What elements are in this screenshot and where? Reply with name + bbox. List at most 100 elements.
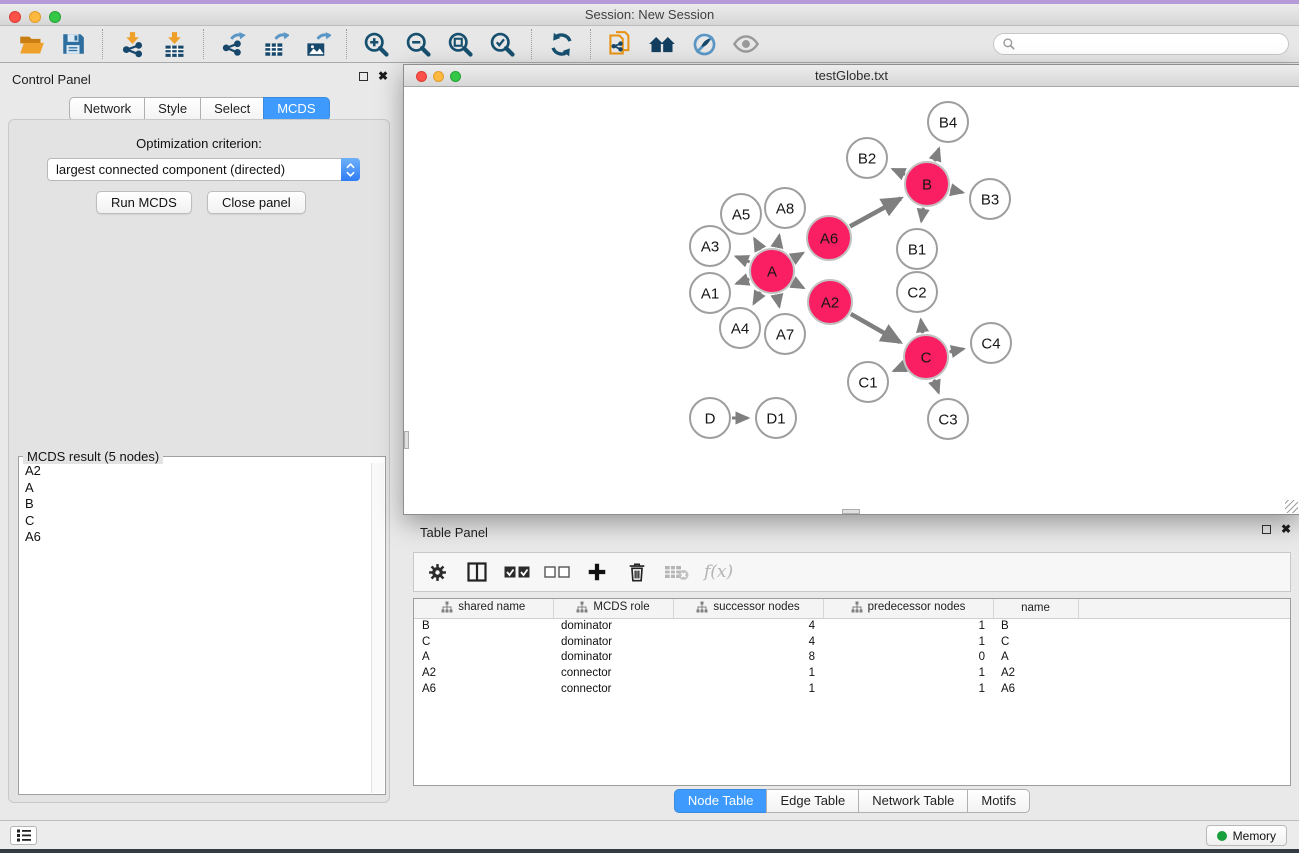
tab-motifs[interactable]: Motifs: [967, 789, 1030, 813]
table-row[interactable]: A6connector11A6: [414, 681, 1290, 697]
table-cell[interactable]: 1: [823, 634, 993, 650]
graph-node-D[interactable]: D: [690, 398, 730, 438]
float-panel-icon[interactable]: [359, 72, 368, 81]
graph-edge-A-A3[interactable]: [736, 257, 750, 263]
mcds-result-item[interactable]: B: [20, 496, 371, 513]
graph-node-C1[interactable]: C1: [848, 362, 888, 402]
table-cell[interactable]: dominator: [553, 634, 673, 650]
network-window-titlebar[interactable]: testGlobe.txt: [404, 65, 1299, 87]
table-cell[interactable]: dominator: [553, 618, 673, 634]
graph-node-A4[interactable]: A4: [720, 308, 760, 348]
close-panel-button[interactable]: Close panel: [207, 191, 306, 214]
zoom-selected-icon[interactable]: [481, 28, 523, 60]
graph-node-B2[interactable]: B2: [847, 138, 887, 178]
table-cell[interactable]: dominator: [553, 650, 673, 666]
table-cell[interactable]: connector: [553, 681, 673, 697]
table-cell[interactable]: A6: [993, 681, 1078, 697]
open-file-icon[interactable]: [10, 28, 52, 60]
table-cell[interactable]: 1: [823, 665, 993, 681]
table-cell[interactable]: connector: [553, 665, 673, 681]
tab-select[interactable]: Select: [200, 97, 264, 121]
graph-edge-A-A7[interactable]: [777, 295, 779, 307]
eye-icon[interactable]: [725, 28, 767, 60]
graph-node-A7[interactable]: A7: [765, 314, 805, 354]
new-network-from-selection-icon[interactable]: [599, 28, 641, 60]
select-all-checkbox-icon[interactable]: [504, 559, 530, 585]
graph-node-B4[interactable]: B4: [928, 102, 968, 142]
search-input[interactable]: [1016, 37, 1280, 51]
graph-node-B[interactable]: B: [905, 162, 949, 206]
column-header-MCDS-role[interactable]: MCDS role: [553, 599, 673, 618]
column-header-predecessor-nodes[interactable]: predecessor nodes: [823, 599, 993, 618]
graph-edge-A-A8[interactable]: [777, 235, 779, 247]
graph-edge-B-B2[interactable]: [893, 169, 905, 174]
table-cell[interactable]: 1: [673, 681, 823, 697]
graph-node-C4[interactable]: C4: [971, 323, 1011, 363]
zoom-in-icon[interactable]: [355, 28, 397, 60]
graph-node-A[interactable]: A: [750, 249, 794, 293]
mcds-result-item[interactable]: A2: [20, 463, 371, 480]
export-network-icon[interactable]: [212, 28, 254, 60]
left-resize-grip[interactable]: [404, 431, 409, 449]
import-network-icon[interactable]: [111, 28, 153, 60]
node-table[interactable]: shared nameMCDS rolesuccessor nodesprede…: [413, 598, 1291, 786]
table-cell[interactable]: 1: [673, 665, 823, 681]
export-image-icon[interactable]: [296, 28, 338, 60]
tab-node-table[interactable]: Node Table: [674, 789, 768, 813]
table-cell[interactable]: B: [414, 618, 553, 634]
home-icon[interactable]: [641, 28, 683, 60]
refresh-icon[interactable]: [540, 28, 582, 60]
corner-resize-grip[interactable]: [1285, 500, 1298, 513]
unselect-all-checkbox-icon[interactable]: [544, 559, 570, 585]
table-cell[interactable]: A2: [414, 665, 553, 681]
graph-node-D1[interactable]: D1: [756, 398, 796, 438]
network-canvas[interactable]: B4B2BB3A8A5A6A3B1AC2A1A2A4A7C4CC1C3DD1: [404, 88, 1299, 514]
mcds-result-item[interactable]: A6: [20, 529, 371, 546]
add-column-icon[interactable]: [584, 559, 610, 585]
graph-node-A5[interactable]: A5: [721, 194, 761, 234]
table-cell[interactable]: C: [993, 634, 1078, 650]
close-table-panel-icon[interactable]: ✖: [1281, 525, 1291, 534]
import-table-icon[interactable]: [153, 28, 195, 60]
table-cell[interactable]: A: [414, 650, 553, 666]
graphics-details-icon[interactable]: [683, 28, 725, 60]
graph-edge-B-B1[interactable]: [921, 208, 923, 222]
graph-edge-A-A5[interactable]: [754, 239, 760, 250]
mcds-result-item[interactable]: C: [20, 513, 371, 530]
export-table-icon[interactable]: [254, 28, 296, 60]
table-row[interactable]: A2connector11A2: [414, 665, 1290, 681]
graph-edge-A2-C[interactable]: [851, 314, 900, 342]
tab-mcds[interactable]: MCDS: [263, 97, 329, 121]
zoom-fit-icon[interactable]: [439, 28, 481, 60]
memory-button[interactable]: Memory: [1206, 825, 1287, 846]
graph-edge-A-A6[interactable]: [793, 253, 803, 259]
mcds-result-item[interactable]: A: [20, 480, 371, 497]
graph-edge-C-C1[interactable]: [894, 367, 904, 371]
table-cell[interactable]: A2: [993, 665, 1078, 681]
table-cell[interactable]: 1: [823, 618, 993, 634]
graph-edge-B-B3[interactable]: [950, 190, 963, 193]
tab-edge-table[interactable]: Edge Table: [766, 789, 859, 813]
graph-edge-A6-B[interactable]: [850, 199, 901, 227]
graph-node-B3[interactable]: B3: [970, 179, 1010, 219]
bottom-resize-grip[interactable]: [842, 509, 860, 514]
tab-style[interactable]: Style: [144, 97, 201, 121]
table-row[interactable]: Adominator80A: [414, 650, 1290, 666]
table-cell[interactable]: A6: [414, 681, 553, 697]
graph-edge-A-A2[interactable]: [793, 282, 803, 288]
table-cell[interactable]: 8: [673, 650, 823, 666]
column-header-successor-nodes[interactable]: successor nodes: [673, 599, 823, 618]
graph-edge-C-C4[interactable]: [950, 349, 964, 352]
column-view-icon[interactable]: [464, 559, 490, 585]
graph-edge-B-B4[interactable]: [935, 149, 939, 162]
close-panel-icon[interactable]: ✖: [378, 72, 388, 81]
table-cell[interactable]: 4: [673, 618, 823, 634]
delete-column-icon[interactable]: [624, 559, 650, 585]
table-cell[interactable]: 0: [823, 650, 993, 666]
table-cell[interactable]: C: [414, 634, 553, 650]
graph-edge-A-A1[interactable]: [736, 279, 749, 284]
criterion-dropdown[interactable]: largest connected component (directed): [47, 158, 360, 181]
result-scrollbar[interactable]: [371, 463, 384, 793]
toolbar-search[interactable]: [993, 33, 1289, 55]
table-cell[interactable]: 1: [823, 681, 993, 697]
